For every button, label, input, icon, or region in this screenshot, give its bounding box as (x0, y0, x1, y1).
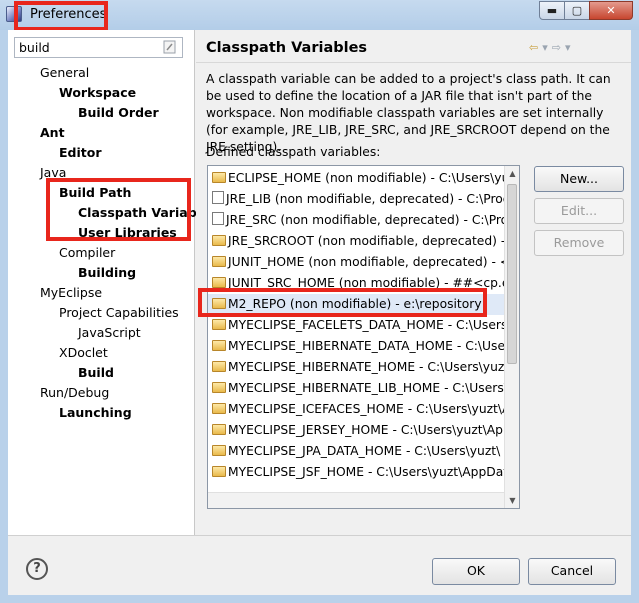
page-navigation: ⇦ ▾ ⇨ ▾ (529, 41, 571, 54)
page-title: Classpath Variables (206, 40, 368, 56)
filter-input[interactable]: build (14, 37, 183, 58)
horizontal-scrollbar[interactable] (208, 492, 505, 508)
forward-arrow-icon[interactable]: ⇨ (552, 41, 561, 54)
tree-item-xdoclet[interactable]: XDoclet (59, 344, 108, 362)
folder-icon (212, 382, 226, 393)
list-item[interactable]: JRE_SRC (non modifiable, deprecated) - C… (208, 210, 505, 231)
folder-icon (212, 172, 226, 183)
folder-icon (212, 424, 226, 435)
list-item[interactable]: JRE_LIB (non modifiable, deprecated) - C… (208, 189, 505, 210)
jar-file-icon (212, 191, 224, 204)
tree-item-myeclipse[interactable]: MyEclipse (40, 284, 102, 302)
folder-icon (212, 403, 226, 414)
ok-button[interactable]: OK (432, 558, 520, 585)
close-button[interactable]: ✕ (589, 1, 633, 20)
list-item[interactable]: MYECLIPSE_HIBERNATE_DATA_HOME - C:\Users… (208, 336, 505, 357)
m2-repo-highlight-box (198, 288, 487, 317)
vertical-scrollbar[interactable]: ▲ ▼ (504, 166, 519, 508)
list-item[interactable]: MYECLIPSE_HIBERNATE_LIB_HOME - C:\Users\… (208, 378, 505, 399)
list-item[interactable]: MYECLIPSE_JERSEY_HOME - C:\Users\yuzt\Ap… (208, 420, 505, 441)
folder-icon (212, 466, 226, 477)
tree-item-project-capabilities[interactable]: Project Capabilities (59, 304, 179, 322)
scroll-up-arrow-icon[interactable]: ▲ (505, 166, 519, 181)
back-arrow-icon[interactable]: ⇦ (529, 41, 538, 54)
page-description: A classpath variable can be added to a p… (206, 72, 611, 154)
jar-file-icon (212, 212, 224, 225)
dialog-body: build General Workspace Build Order Ant … (8, 30, 631, 595)
back-menu-chevron-icon[interactable]: ▾ (542, 41, 548, 54)
tree-item-general[interactable]: General (40, 64, 89, 82)
tree-item-javascript[interactable]: JavaScript (78, 324, 141, 342)
title-bar: Preferences ▬ ▢ ✕ (0, 0, 639, 31)
list-item[interactable]: JRE_SRCROOT (non modifiable, deprecated)… (208, 231, 505, 252)
list-item[interactable]: MYECLIPSE_FACELETS_DATA_HOME - C:\Users\… (208, 315, 505, 336)
tree-item-run-debug[interactable]: Run/Debug (40, 384, 109, 402)
tree-item-ant[interactable]: Ant (40, 124, 65, 142)
tree-item-editor[interactable]: Editor (59, 144, 102, 162)
classpath-variables-list[interactable]: ECLIPSE_HOME (non modifiable) - C:\Users… (207, 165, 520, 509)
title-highlight-box (14, 1, 108, 31)
folder-icon (212, 319, 226, 330)
new-button[interactable]: New... (534, 166, 624, 192)
tree-item-build[interactable]: Build (78, 364, 114, 382)
footer-separator (8, 535, 631, 536)
remove-button[interactable]: Remove (534, 230, 624, 256)
list-item[interactable]: JUNIT_HOME (non modifiable, deprecated) … (208, 252, 505, 273)
build-path-highlight-box (46, 178, 191, 241)
folder-icon (212, 277, 226, 288)
scroll-down-arrow-icon[interactable]: ▼ (505, 493, 519, 508)
cancel-button[interactable]: Cancel (528, 558, 616, 585)
folder-icon (212, 235, 226, 246)
help-icon[interactable]: ? (26, 558, 48, 580)
list-item[interactable]: MYECLIPSE_JPA_DATA_HOME - C:\Users\yuzt\ (208, 441, 505, 462)
view-menu-chevron-icon[interactable]: ▾ (565, 41, 571, 54)
tree-item-launching[interactable]: Launching (59, 404, 132, 422)
list-item[interactable]: MYECLIPSE_JSF_HOME - C:\Users\yuzt\AppDa… (208, 462, 505, 483)
tree-item-compiler[interactable]: Compiler (59, 244, 115, 262)
tree-item-building[interactable]: Building (78, 264, 136, 282)
maximize-button[interactable]: ▢ (564, 1, 590, 20)
clear-filter-icon[interactable] (163, 40, 176, 54)
folder-icon (212, 361, 226, 372)
edit-button[interactable]: Edit... (534, 198, 624, 224)
title-separator (196, 62, 631, 63)
minimize-button[interactable]: ▬ (539, 1, 565, 20)
list-item[interactable]: MYECLIPSE_ICEFACES_HOME - C:\Users\yuzt\… (208, 399, 505, 420)
classpath-variables-page: Classpath Variables ⇦ ▾ ⇨ ▾ A classpath … (196, 30, 631, 535)
tree-item-build-order[interactable]: Build Order (78, 104, 159, 122)
variables-list-label: Defined classpath variables: (206, 145, 381, 159)
tree-item-workspace[interactable]: Workspace (59, 84, 136, 102)
preference-tree-pane: build General Workspace Build Order Ant … (8, 30, 197, 535)
folder-icon (212, 340, 226, 351)
list-item[interactable]: ECLIPSE_HOME (non modifiable) - C:\Users… (208, 168, 505, 189)
list-item[interactable]: MYECLIPSE_HIBERNATE_HOME - C:\Users\yuzt… (208, 357, 505, 378)
folder-icon (212, 445, 226, 456)
folder-icon (212, 256, 226, 267)
scrollbar-thumb[interactable] (507, 184, 517, 364)
